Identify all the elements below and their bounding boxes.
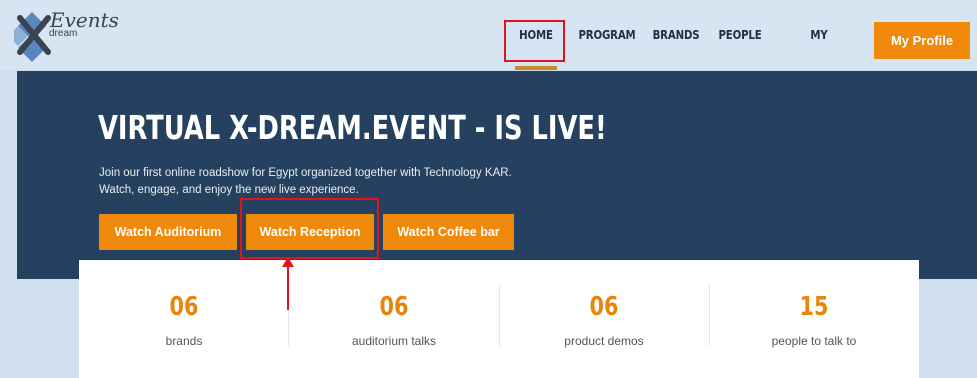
stat-people-to-talk-to-number: 15 <box>799 292 829 322</box>
stat-people-to-talk-to-label: people to talk to <box>771 334 857 348</box>
stat-auditorium-talks-label: auditorium talks <box>351 334 437 348</box>
stat-people-to-talk-to: 15 people to talk to <box>709 260 919 378</box>
stat-auditorium-talks: 06 auditorium talks <box>289 260 499 378</box>
home-highlight-box <box>504 20 565 62</box>
stat-product-demos: 06 product demos <box>499 260 709 378</box>
stats-panel: 06 brands 06 auditorium talks 06 product… <box>79 260 919 378</box>
stat-brands: 06 brands <box>79 260 289 378</box>
annotation-arrow-shaft <box>287 262 289 310</box>
site-header: Events dream HOME PROGRAM BRANDS PEOPLE … <box>0 0 977 112</box>
stat-brands-number: 06 <box>169 292 199 322</box>
page: Events dream HOME PROGRAM BRANDS PEOPLE … <box>0 0 977 378</box>
nav-brands[interactable]: BRANDS <box>652 0 700 70</box>
stat-product-demos-label: product demos <box>564 334 644 348</box>
my-profile-button[interactable]: My Profile <box>874 22 970 59</box>
watch-auditorium-button[interactable]: Watch Auditorium <box>99 214 237 250</box>
nav-program[interactable]: PROGRAM <box>577 0 637 70</box>
nav-people[interactable]: PEOPLE <box>718 0 762 70</box>
hero-description-line-1: Join our first online roadshow for Egypt… <box>99 167 512 179</box>
hero-description-line-2: Watch, engage, and enjoy the new live ex… <box>99 184 359 196</box>
reception-highlight-box <box>240 198 379 259</box>
annotation-arrow-icon <box>282 257 294 267</box>
watch-coffee-bar-button[interactable]: Watch Coffee bar <box>383 214 514 250</box>
stat-brands-label: brands <box>165 334 203 348</box>
stat-auditorium-talks-number: 06 <box>379 292 409 322</box>
logo-subtext: dream <box>49 28 78 39</box>
active-nav-indicator <box>515 66 557 70</box>
stat-product-demos-number: 06 <box>589 292 619 322</box>
hero-title: VIRTUAL X-DREAM.EVENT - IS LIVE! <box>98 108 607 147</box>
nav-my-program[interactable]: MY PROGRAM <box>786 0 852 112</box>
